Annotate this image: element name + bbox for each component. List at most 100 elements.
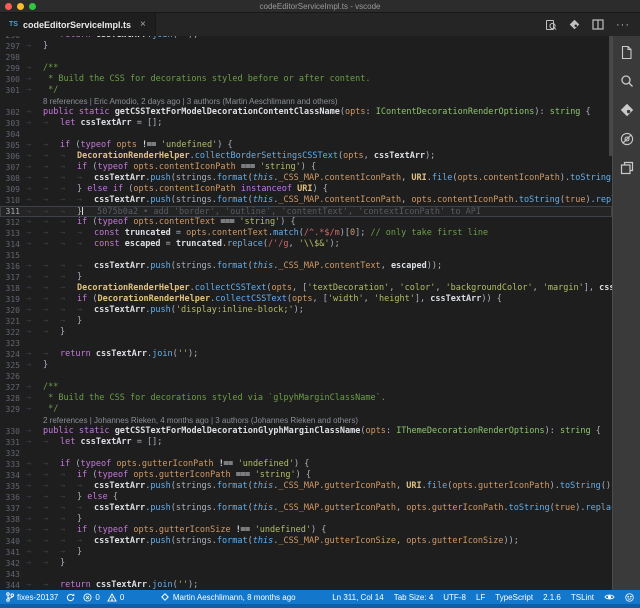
code-line[interactable]: 309→→→} else if (opts.contentIconPath in… xyxy=(0,184,612,195)
code-line[interactable]: 326 xyxy=(0,371,612,382)
eol-status[interactable]: LF xyxy=(476,593,485,602)
line-number[interactable]: 328 xyxy=(0,393,26,404)
search-icon[interactable] xyxy=(619,73,635,89)
code-line[interactable]: 316→→→→cssTextArr.push(strings.format(th… xyxy=(0,261,612,272)
line-number[interactable]: 300 xyxy=(0,74,26,85)
code-line[interactable]: 313→→→→const truncated = opts.contentTex… xyxy=(0,228,612,239)
code-line[interactable]: 315 xyxy=(0,250,612,261)
line-number[interactable]: 342 xyxy=(0,558,26,569)
code-line[interactable]: 337→→→→cssTextArr.push(strings.format(th… xyxy=(0,503,612,514)
maximize-window-button[interactable] xyxy=(29,3,36,10)
line-number[interactable]: 315 xyxy=(0,250,26,261)
code-line[interactable]: 305→→if (typeof opts !== 'undefined') { xyxy=(0,140,612,151)
encoding-status[interactable]: UTF-8 xyxy=(443,593,466,602)
line-number[interactable]: 309 xyxy=(0,184,26,195)
cursor-position-status[interactable]: Ln 311, Col 14 xyxy=(332,593,383,602)
code-line[interactable]: 340→→→→cssTextArr.push(strings.format(th… xyxy=(0,536,612,547)
line-number[interactable]: 319 xyxy=(0,294,26,305)
code-line[interactable]: 325→} xyxy=(0,360,612,371)
line-number[interactable]: 337 xyxy=(0,503,26,514)
more-actions-icon[interactable]: ··· xyxy=(616,20,630,30)
line-number[interactable] xyxy=(0,96,26,107)
line-number[interactable]: 303 xyxy=(0,118,26,129)
gitlens-activity-icon[interactable] xyxy=(619,102,635,118)
line-number[interactable]: 318 xyxy=(0,283,26,294)
line-number[interactable]: 306 xyxy=(0,151,26,162)
eye-icon[interactable] xyxy=(604,593,615,601)
line-number[interactable]: 327 xyxy=(0,382,26,393)
editor-scrollbar[interactable] xyxy=(609,36,612,156)
code-line[interactable]: 320→→→→cssTextArr.push('display:inline-b… xyxy=(0,305,612,316)
code-line[interactable]: 297→} xyxy=(0,41,612,52)
line-number[interactable]: 321 xyxy=(0,316,26,327)
problems-status[interactable]: 0 0 xyxy=(83,593,124,602)
code-line[interactable]: 301→ */ xyxy=(0,85,612,96)
code-line[interactable]: 327→/** xyxy=(0,382,612,393)
line-number[interactable]: 341 xyxy=(0,547,26,558)
explorer-icon[interactable] xyxy=(619,44,635,60)
code-line[interactable]: 303→→let cssTextArr = []; xyxy=(0,118,612,129)
code-line[interactable]: 334→→→if (typeof opts.gutterIconPath ===… xyxy=(0,470,612,481)
line-number[interactable]: 317 xyxy=(0,272,26,283)
code-line[interactable]: 331→→let cssTextArr = []; xyxy=(0,437,612,448)
code-line[interactable]: 336→→→} else { xyxy=(0,492,612,503)
line-number[interactable]: 302 xyxy=(0,107,26,118)
line-number[interactable]: 343 xyxy=(0,569,26,580)
language-status[interactable]: TypeScript xyxy=(495,593,533,602)
open-preview-icon[interactable] xyxy=(545,19,557,31)
code-line[interactable]: 343 xyxy=(0,569,612,580)
code-line[interactable]: 322→→} xyxy=(0,327,612,338)
code-line[interactable]: 314→→→→const escaped = truncated.replace… xyxy=(0,239,612,250)
ts-version-status[interactable]: 2.1.6 xyxy=(543,593,561,602)
code-line[interactable]: 307→→→if (typeof opts.contentIconPath ==… xyxy=(0,162,612,173)
code-line[interactable]: 306→→→DecorationRenderHelper.collectBord… xyxy=(0,151,612,162)
line-number[interactable]: 308 xyxy=(0,173,26,184)
line-number[interactable]: 324 xyxy=(0,349,26,360)
code-line[interactable]: 332 xyxy=(0,448,612,459)
line-number[interactable]: 316 xyxy=(0,261,26,272)
code-line[interactable]: 342→→} xyxy=(0,558,612,569)
tab-codeeditorserviceimpl[interactable]: TS codeEditorServiceImpl.ts × xyxy=(0,13,156,36)
code-line[interactable]: 333→→if (typeof opts.gutterIconPath !== … xyxy=(0,459,612,470)
git-branch-status[interactable]: fixes-20137 xyxy=(6,592,58,602)
codelens-row[interactable]: 2 references | Johannes Rieken, 4 months… xyxy=(0,415,612,426)
line-number[interactable]: 297 xyxy=(0,41,26,52)
extensions-icon[interactable] xyxy=(619,160,635,176)
code-line[interactable]: 312→→→if (typeof opts.contentText === 's… xyxy=(0,217,612,228)
line-number[interactable]: 323 xyxy=(0,338,26,349)
line-number[interactable]: 301 xyxy=(0,85,26,96)
code-line[interactable]: 308→→→→cssTextArr.push(strings.format(th… xyxy=(0,173,612,184)
line-number[interactable]: 338 xyxy=(0,514,26,525)
line-number[interactable]: 335 xyxy=(0,481,26,492)
code-line[interactable]: 300→ * Build the CSS for decorations sty… xyxy=(0,74,612,85)
code-line[interactable]: 328→ * Build the CSS for decorations sty… xyxy=(0,393,612,404)
code-line[interactable]: 323 xyxy=(0,338,612,349)
line-number[interactable]: 320 xyxy=(0,305,26,316)
tab-size-status[interactable]: Tab Size: 4 xyxy=(394,593,434,602)
code-line[interactable]: 329→ */ xyxy=(0,404,612,415)
line-number[interactable]: 313 xyxy=(0,228,26,239)
line-number[interactable]: 336 xyxy=(0,492,26,503)
gitlens-icon[interactable] xyxy=(569,19,580,30)
line-number[interactable]: 329 xyxy=(0,404,26,415)
close-tab-icon[interactable]: × xyxy=(140,19,146,30)
blame-status[interactable]: Martin Aeschlimann, 8 months ago xyxy=(134,593,322,602)
line-number[interactable]: 344 xyxy=(0,580,26,590)
line-number[interactable] xyxy=(0,415,26,426)
line-number[interactable]: 311 xyxy=(0,206,26,217)
tslint-status[interactable]: TSLint xyxy=(571,593,594,602)
line-number[interactable]: 339 xyxy=(0,525,26,536)
code-line[interactable]: 298 xyxy=(0,52,612,63)
code-line[interactable]: 341→→→} xyxy=(0,547,612,558)
code-line[interactable]: 302→public static getCSSTextForModelDeco… xyxy=(0,107,612,118)
line-number[interactable]: 310 xyxy=(0,195,26,206)
line-number[interactable]: 322 xyxy=(0,327,26,338)
split-editor-icon[interactable] xyxy=(592,19,604,30)
code-line[interactable]: 324→→return cssTextArr.join(''); xyxy=(0,349,612,360)
line-number[interactable]: 326 xyxy=(0,371,26,382)
code-line[interactable]: 310→→→→cssTextArr.push(strings.format(th… xyxy=(0,195,612,206)
line-number[interactable]: 334 xyxy=(0,470,26,481)
code-line[interactable]: 330→public static getCSSTextForModelDeco… xyxy=(0,426,612,437)
line-number[interactable]: 298 xyxy=(0,52,26,63)
code-line[interactable]: 339→→→if (typeof opts.gutterIconSize !==… xyxy=(0,525,612,536)
